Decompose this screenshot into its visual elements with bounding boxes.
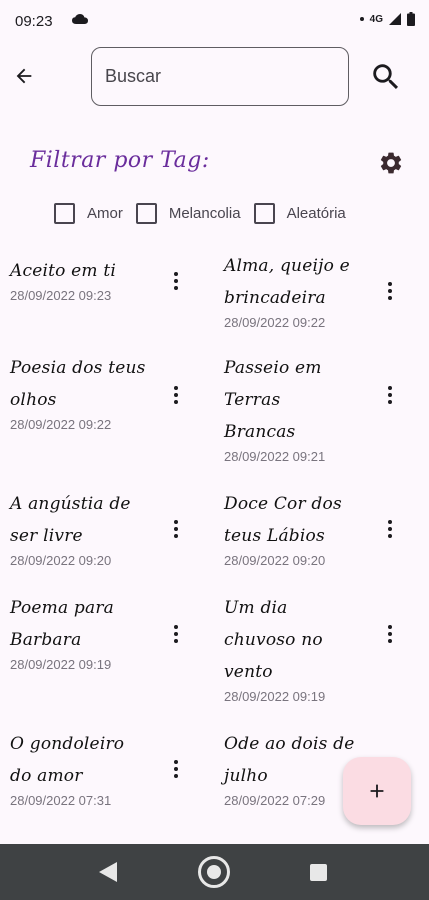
- notification-dot-icon: [359, 17, 364, 21]
- tag-amor[interactable]: Amor: [54, 203, 123, 224]
- poem-more-button[interactable]: [378, 380, 402, 410]
- tag-aleatoria-checkbox[interactable]: [253, 203, 275, 224]
- tag-aleatoria-label: Aleatória: [286, 205, 346, 222]
- search-input[interactable]: [91, 47, 349, 106]
- poem-date: 28/09/2022 09:20: [10, 553, 112, 568]
- poem-more-button[interactable]: [164, 514, 188, 544]
- poem-date: 28/09/2022 09:22: [10, 417, 112, 432]
- tag-amor-checkbox[interactable]: [54, 203, 75, 224]
- poem-date: 28/09/2022 09:21: [224, 449, 326, 464]
- poem-date: 28/09/2022 09:22: [224, 315, 326, 330]
- poem-date: 28/09/2022 07:31: [10, 793, 112, 808]
- nav-back-icon[interactable]: [99, 862, 117, 882]
- poem-date: 28/09/2022 09:20: [224, 553, 326, 568]
- tag-melancolia[interactable]: Melancolia: [135, 203, 241, 224]
- back-button[interactable]: [8, 60, 40, 92]
- gear-icon: [380, 152, 402, 174]
- status-time: 09:23: [15, 13, 53, 30]
- settings-button[interactable]: [378, 150, 404, 176]
- battery-icon: [407, 12, 415, 26]
- poem-more-button[interactable]: [164, 266, 188, 296]
- poem-title: Aceito em ti: [10, 261, 117, 281]
- nav-home-button[interactable]: [198, 856, 230, 888]
- poem-title: A angústia de ser livre: [10, 494, 131, 546]
- poem-title: Um dia chuvoso no vento: [224, 598, 323, 682]
- add-poem-button[interactable]: [343, 757, 411, 825]
- poem-more-button[interactable]: [164, 754, 188, 784]
- cloud-icon: [72, 14, 88, 24]
- tag-melancolia-checkbox[interactable]: [135, 203, 157, 224]
- plus-icon: [370, 784, 384, 798]
- tag-melancolia-label: Melancolia: [168, 205, 241, 222]
- status-right: 4G: [359, 12, 415, 26]
- poem-date: 28/09/2022 09:19: [224, 689, 326, 704]
- signal-icon: [389, 13, 401, 25]
- poem-title: Poema para Barbara: [10, 598, 114, 650]
- search-icon: [373, 64, 399, 90]
- poem-more-button[interactable]: [378, 276, 402, 306]
- poem-more-button[interactable]: [164, 380, 188, 410]
- tag-filter-list: Amor Melancolia Aleatória: [54, 203, 359, 224]
- filter-title: Filtrar por Tag:: [30, 148, 210, 173]
- network-label: 4G: [369, 13, 383, 25]
- search-button[interactable]: [366, 57, 406, 97]
- poem-date: 28/09/2022 09:19: [10, 657, 112, 672]
- nav-recents-button[interactable]: [310, 864, 327, 881]
- poem-title: Alma, queijo e brincadeira: [224, 256, 350, 308]
- poem-more-button[interactable]: [164, 619, 188, 649]
- poem-title: Passeio em Terras Brancas: [224, 358, 322, 442]
- arrow-left-icon: [16, 68, 32, 84]
- poem-more-button[interactable]: [378, 619, 402, 649]
- home-icon: [207, 865, 221, 879]
- tag-aleatoria[interactable]: Aleatória: [253, 203, 346, 224]
- status-bar: 09:23 4G: [0, 0, 429, 44]
- tag-amor-label: Amor: [87, 205, 123, 222]
- poem-title: O gondoleiro do amor: [10, 734, 125, 786]
- system-nav-bar: [0, 844, 429, 900]
- poem-more-button[interactable]: [378, 514, 402, 544]
- poem-title: Poesia dos teus olhos: [10, 358, 146, 410]
- poem-title: Doce Cor dos teus Lábios: [224, 494, 342, 546]
